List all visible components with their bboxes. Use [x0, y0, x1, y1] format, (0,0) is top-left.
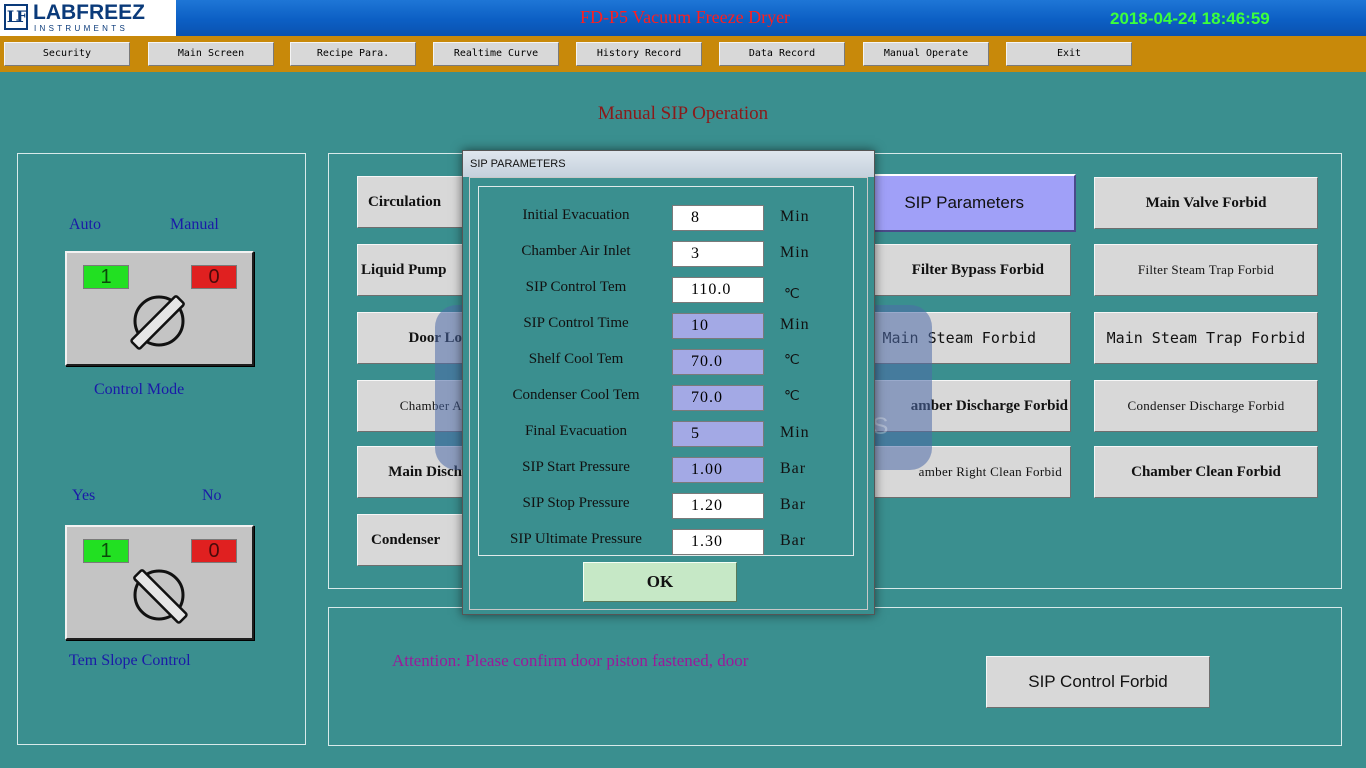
parameter-list: Initial Evacuation 8 Min Chamber Air Inl…	[478, 186, 854, 556]
filter-bypass-forbid-button[interactable]: Filter Bypass Forbid	[846, 244, 1071, 296]
param-unit: Bar	[780, 532, 807, 549]
control-mode-manual-label: Manual	[170, 216, 219, 233]
chamber-air-button[interactable]: Chamber A	[357, 380, 467, 432]
param-label: Shelf Cool Tem	[528, 351, 624, 367]
chamber-clean-forbid-button[interactable]: Chamber Clean Forbid	[1094, 446, 1318, 498]
app-title: FD-P5 Vacuum Freeze Dryer	[579, 7, 791, 27]
param-label: SIP Stop Pressure	[522, 495, 630, 511]
param-unit: Bar	[780, 460, 807, 477]
final-evacuation-input[interactable]: 5	[672, 421, 764, 447]
param-unit: Min	[780, 244, 810, 261]
initial-evacuation-input[interactable]: 8	[672, 205, 764, 231]
sip-start-pressure-input[interactable]: 1.00	[672, 457, 764, 483]
param-unit: ℃	[784, 389, 801, 404]
rotary-knob-icon	[130, 295, 185, 350]
logo-brand-text: LABFREEZ	[33, 1, 145, 24]
nav-security-button[interactable]: Security	[4, 42, 130, 66]
sip-parameters-dialog: SIP PARAMETERS Initial Evacuation 8 Min …	[462, 150, 875, 615]
sip-parameters-button[interactable]: SIP Parameters	[846, 174, 1076, 232]
main-valve-forbid-button[interactable]: Main Valve Forbid	[1094, 177, 1318, 229]
condenser-discharge-forbid-button[interactable]: Condenser Discharge Forbid	[1094, 380, 1318, 432]
sip-ultimate-pressure-input[interactable]: 1.30	[672, 529, 764, 555]
nav-data-record-button[interactable]: Data Record	[719, 42, 845, 66]
sip-stop-pressure-input[interactable]: 1.20	[672, 493, 764, 519]
param-label: SIP Control Time	[523, 315, 629, 331]
nav-main-screen-button[interactable]: Main Screen	[148, 42, 274, 66]
param-label: Chamber Air Inlet	[521, 243, 631, 259]
param-label: SIP Ultimate Pressure	[510, 531, 642, 547]
tem-slope-caption: Tem Slope Control	[69, 652, 191, 669]
sip-control-forbid-button[interactable]: SIP Control Forbid	[986, 656, 1210, 708]
tem-slope-yes-label: Yes	[72, 487, 96, 504]
auto-indicator: 1	[83, 265, 129, 289]
control-mode-caption: Control Mode	[94, 381, 185, 398]
chamber-discharge-forbid-button[interactable]: amber Discharge Forbid	[846, 380, 1071, 432]
param-unit: Min	[780, 208, 810, 225]
nav-manual-operate-button[interactable]: Manual Operate	[863, 42, 989, 66]
logo-subtext: INSTRUMENTS	[34, 24, 129, 33]
dialog-body: Initial Evacuation 8 Min Chamber Air Inl…	[469, 177, 868, 610]
main-steam-forbid-button[interactable]: Main Steam Forbid	[846, 312, 1071, 364]
control-mode-auto-label: Auto	[69, 216, 101, 233]
param-label: Final Evacuation	[524, 423, 628, 439]
liquid-pump-button[interactable]: Liquid Pump	[357, 244, 467, 296]
brand-logo: LF LABFREEZ INSTRUMENTS	[0, 0, 176, 36]
ok-button[interactable]: OK	[583, 562, 737, 602]
shelf-cool-tem-input[interactable]: 70.0	[672, 349, 764, 375]
nav-bar: Security Main Screen Recipe Para. Realti…	[0, 36, 1366, 72]
dialog-title: SIP PARAMETERS	[470, 158, 566, 170]
rotary-knob-icon	[133, 569, 188, 624]
control-mode-switch[interactable]: 1 0	[65, 251, 254, 366]
param-label: SIP Start Pressure	[522, 459, 630, 475]
manual-indicator: 0	[191, 265, 237, 289]
param-unit: Min	[780, 316, 810, 333]
nav-recipe-para-button[interactable]: Recipe Para.	[290, 42, 416, 66]
tem-slope-yes-indicator: 1	[83, 539, 129, 563]
sip-control-tem-input[interactable]: 110.0	[672, 277, 764, 303]
param-unit: Min	[780, 424, 810, 441]
logo-mark: LF	[4, 4, 28, 30]
param-unit: ℃	[784, 287, 801, 302]
nav-realtime-curve-button[interactable]: Realtime Curve	[433, 42, 559, 66]
tem-slope-no-label: No	[202, 487, 222, 504]
page-title: Manual SIP Operation	[597, 103, 769, 124]
circulation-button[interactable]: Circulation	[357, 176, 467, 228]
nav-history-record-button[interactable]: History Record	[576, 42, 702, 66]
door-lock-button[interactable]: Door Lo	[357, 312, 467, 364]
condenser-cool-tem-input[interactable]: 70.0	[672, 385, 764, 411]
tem-slope-no-indicator: 0	[191, 539, 237, 563]
chamber-air-inlet-input[interactable]: 3	[672, 241, 764, 267]
condenser-button[interactable]: Condenser	[357, 514, 467, 566]
filter-steam-trap-forbid-button[interactable]: Filter Steam Trap Forbid	[1094, 244, 1318, 296]
param-label: Condenser Cool Tem	[512, 387, 640, 403]
attention-message: Attention: Please confirm door piston fa…	[392, 651, 749, 670]
main-steam-trap-forbid-button[interactable]: Main Steam Trap Forbid	[1094, 312, 1318, 364]
nav-exit-button[interactable]: Exit	[1006, 42, 1132, 66]
main-discharge-button[interactable]: Main Disch	[357, 446, 467, 498]
title-bar: LF LABFREEZ INSTRUMENTS FD-P5 Vacuum Fre…	[0, 0, 1366, 36]
param-label: SIP Control Tem	[525, 279, 627, 295]
dialog-titlebar[interactable]: SIP PARAMETERS	[463, 151, 874, 177]
sip-control-time-input[interactable]: 10	[672, 313, 764, 339]
datetime-display: 2018-04-24 18:46:59	[1110, 9, 1270, 28]
param-label: Initial Evacuation	[522, 207, 630, 223]
tem-slope-switch[interactable]: 1 0	[65, 525, 254, 640]
chamber-right-clean-forbid-button[interactable]: amber Right Clean Forbid	[846, 446, 1071, 498]
param-unit: ℃	[784, 353, 801, 368]
param-unit: Bar	[780, 496, 807, 513]
